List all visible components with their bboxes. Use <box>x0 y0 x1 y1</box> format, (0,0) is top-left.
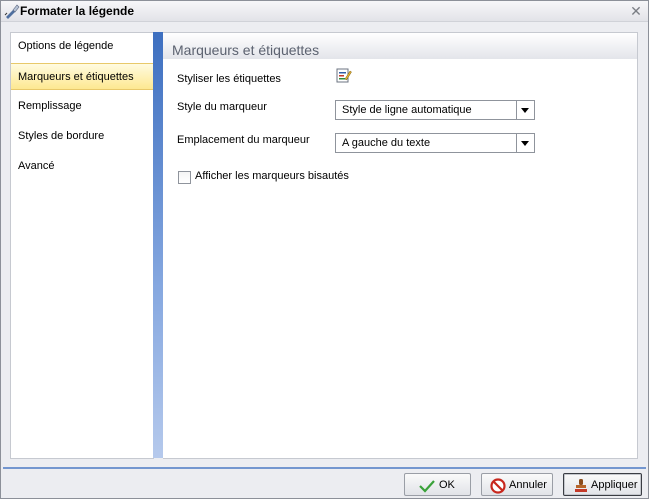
marker-position-value: A gauche du texte <box>342 137 431 149</box>
content-panel: Marqueurs et étiquettes Styliser les éti… <box>163 32 638 459</box>
apply-button[interactable]: Appliquer <box>563 473 642 496</box>
section-title: Marqueurs et étiquettes <box>172 42 320 58</box>
chevron-down-icon[interactable] <box>516 134 534 152</box>
sidebar: Options de légende Marqueurs et étiquett… <box>10 32 154 459</box>
marker-style-select[interactable]: Style de ligne automatique <box>335 100 535 120</box>
cancel-button[interactable]: Annuler <box>481 473 553 496</box>
sidebar-item-legend-options[interactable]: Options de légende <box>11 33 154 60</box>
cancel-icon <box>490 478 506 494</box>
apply-label: Appliquer <box>591 479 638 491</box>
chevron-down-icon[interactable] <box>516 101 534 119</box>
title-bar: Formater la légende ✕ <box>1 1 648 22</box>
ok-button[interactable]: OK <box>404 473 471 496</box>
marker-style-label: Style du marqueur <box>177 101 267 113</box>
close-icon[interactable]: ✕ <box>629 4 643 18</box>
marker-position-select[interactable]: A gauche du texte <box>335 133 535 153</box>
format-brush-icon <box>4 4 20 19</box>
stylize-labels-icon[interactable] <box>336 67 352 83</box>
beveled-markers-checkbox[interactable] <box>178 171 191 184</box>
ok-label: OK <box>439 479 455 491</box>
cancel-label: Annuler <box>509 479 547 491</box>
stylize-labels-label: Styliser les étiquettes <box>177 73 281 85</box>
accent-bar <box>153 32 163 458</box>
sidebar-item-label: Styles de bordure <box>18 130 105 142</box>
window-title: Formater la légende <box>20 4 135 18</box>
stamp-icon <box>575 479 587 492</box>
sidebar-item-fill[interactable]: Remplissage <box>11 93 154 120</box>
sidebar-item-border-styles[interactable]: Styles de bordure <box>11 123 154 150</box>
sidebar-item-label: Avancé <box>18 160 55 172</box>
section-header: Marqueurs et étiquettes <box>163 33 637 59</box>
marker-position-label: Emplacement du marqueur <box>177 134 310 146</box>
format-legend-dialog: Formater la légende ✕ Options de légende… <box>0 0 649 499</box>
sidebar-item-label: Options de légende <box>18 40 114 52</box>
marker-style-value: Style de ligne automatique <box>342 104 472 116</box>
sidebar-item-label: Remplissage <box>18 100 82 112</box>
sidebar-item-label: Marqueurs et étiquettes <box>18 71 134 83</box>
sidebar-item-advanced[interactable]: Avancé <box>11 153 154 180</box>
footer-divider <box>3 467 646 469</box>
sidebar-item-markers-labels[interactable]: Marqueurs et étiquettes <box>11 63 154 90</box>
checkmark-icon <box>419 480 435 493</box>
beveled-markers-label[interactable]: Afficher les marqueurs bisautés <box>195 170 349 182</box>
